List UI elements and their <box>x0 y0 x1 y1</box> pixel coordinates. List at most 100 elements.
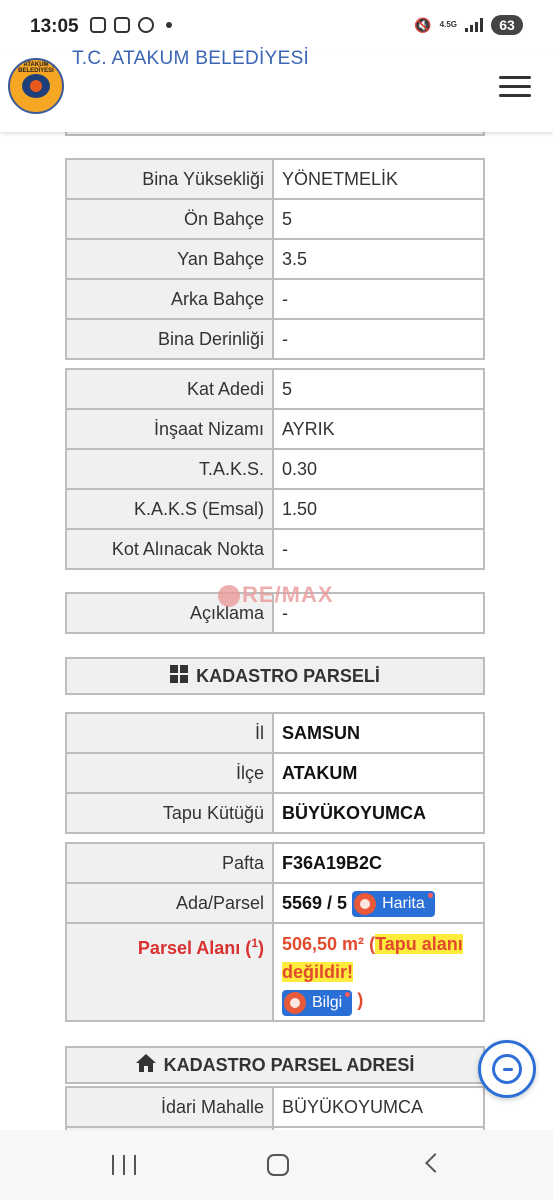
bilgi-button-label: Bilgi <box>312 994 343 1012</box>
harita-button-label: Harita <box>382 895 425 913</box>
table-row: İlçe ATAKUM <box>67 752 483 792</box>
municipality-logo[interactable]: ATAKUM BELEDİYESİ <box>8 58 64 114</box>
status-bar: 13:05 🔇 4.5G 63 <box>0 0 553 52</box>
row-label: İdari Mahalle <box>67 1088 274 1126</box>
table-row: İnşaat Nizamı AYRIK <box>67 408 483 448</box>
row-value: - <box>274 320 483 358</box>
table-row: Bina Derinliği - <box>67 318 483 358</box>
table-row: İl SAMSUN <box>67 714 483 752</box>
row-label: Bina Yüksekliği <box>67 160 274 198</box>
row-value: YÖNETMELİK <box>274 160 483 198</box>
screenshot-icon <box>90 17 106 33</box>
navigation-bar <box>0 1130 553 1200</box>
row-value: SAMSUN <box>274 714 483 752</box>
table-row: K.A.K.S (Emsal) 1.50 <box>67 488 483 528</box>
notification-dot <box>427 893 433 899</box>
row-value: 5 <box>274 370 483 408</box>
previous-table-bottom <box>65 132 485 136</box>
row-label: Kot Alınacak Nokta <box>67 530 274 568</box>
row-value: BÜYÜKOYUMCA <box>274 794 483 832</box>
row-label: Tapu Kütüğü <box>67 794 274 832</box>
bilgi-button[interactable]: Bilgi <box>282 990 353 1017</box>
row-label: K.A.K.S (Emsal) <box>67 490 274 528</box>
chrome-icon <box>138 17 154 33</box>
cadastre-location-table: İl SAMSUN İlçe ATAKUM Tapu Kütüğü BÜYÜKOYUM… <box>65 712 485 834</box>
battery-indicator: 63 <box>491 15 523 35</box>
paren-close: ) <box>352 990 364 1010</box>
row-label: Bina Derinliği <box>67 320 274 358</box>
notification-icons <box>90 17 172 33</box>
table-row: Pafta F36A19B2C <box>67 844 483 882</box>
table-row: Kat Adedi 5 <box>67 370 483 408</box>
balloon-icon <box>218 585 240 608</box>
logo-text: ATAKUM BELEDİYESİ <box>18 62 54 74</box>
table-row: İdari Mahalle BÜYÜKOYUMCA <box>67 1088 483 1126</box>
row-label: İl <box>67 714 274 752</box>
more-notifications-dot-icon <box>166 22 172 28</box>
row-value: 5 <box>274 200 483 238</box>
status-time: 13:05 <box>30 16 79 37</box>
home-icon <box>135 1053 156 1077</box>
row-label: Ada/Parsel <box>67 884 274 922</box>
instagram-icon <box>114 17 130 33</box>
row-label: Yan Bahçe <box>67 240 274 278</box>
row-label: T.A.K.S. <box>67 450 274 488</box>
parsel-area-value: 506,50 m² <box>282 934 365 954</box>
table-row: Parsel Alanı (1) 506,50 m² (Tapu alanı d… <box>67 922 483 1020</box>
globe-icon <box>284 992 306 1015</box>
table-row: Arka Bahçe - <box>67 278 483 318</box>
table-row: Bina Yüksekliği YÖNETMELİK <box>67 160 483 198</box>
table-row: Kot Alınacak Nokta - <box>67 528 483 568</box>
row-label: İnşaat Nizamı <box>67 410 274 448</box>
chat-assistant-button[interactable] <box>478 1040 536 1098</box>
hamburger-menu-icon[interactable] <box>499 76 531 98</box>
harita-button[interactable]: Harita <box>352 891 435 918</box>
building-rules-table: Bina Yüksekliği YÖNETMELİK Ön Bahçe 5 Yan … <box>65 158 485 360</box>
table-row: Yan Bahçe 3.5 <box>67 238 483 278</box>
row-value: BÜYÜKOYUMCA <box>274 1088 483 1126</box>
parsel-area-label: Parsel Alanı ( <box>137 938 252 958</box>
logo-sun <box>30 80 42 92</box>
section-title: KADASTRO PARSEL ADRESİ <box>163 1054 415 1075</box>
row-label: Parsel Alanı (1) <box>67 924 274 1020</box>
cadastre-parcel-table: Pafta F36A19B2C Ada/Parsel 5569 / 5 Harit… <box>65 842 485 1022</box>
paren-open: ( <box>364 934 376 954</box>
site-title[interactable]: T.C. ATAKUM BELEDİYESİ <box>72 48 309 70</box>
row-value: - <box>274 280 483 318</box>
table-row: T.A.K.S. 0.30 <box>67 448 483 488</box>
address-section-header: KADASTRO PARSEL ADRESİ <box>65 1046 485 1084</box>
home-button-icon[interactable] <box>267 1154 289 1176</box>
row-label: Arka Bahçe <box>67 280 274 318</box>
remax-watermark: RE/MAX <box>218 582 334 608</box>
density-table: Kat Adedi 5 İnşaat Nizamı AYRIK T.A.K.S. 0.… <box>65 368 485 570</box>
mute-icon: 🔇 <box>414 16 432 33</box>
globe-icon <box>354 893 377 916</box>
system-icons: 🔇 4.5G 63 <box>414 15 523 35</box>
page-content: Bina Yüksekliği YÖNETMELİK Ön Bahçe 5 Yan … <box>0 132 553 1130</box>
row-value: F36A19B2C <box>274 844 483 882</box>
recent-apps-icon[interactable] <box>112 1155 136 1175</box>
row-value: AYRIK <box>274 410 483 448</box>
back-icon[interactable] <box>425 1153 445 1173</box>
table-row: Ön Bahçe 5 <box>67 198 483 238</box>
row-label: Ön Bahçe <box>67 200 274 238</box>
row-value: 5569 / 5 Harita <box>274 884 483 922</box>
row-label: Pafta <box>67 844 274 882</box>
grid-icon <box>170 664 189 688</box>
row-value: 1.50 <box>274 490 483 528</box>
row-value: - <box>274 530 483 568</box>
row-value: 3.5 <box>274 240 483 278</box>
row-label: Kat Adedi <box>67 370 274 408</box>
chat-bot-icon <box>492 1054 522 1084</box>
network-type: 4.5G <box>439 20 457 29</box>
table-row: Ada/Parsel 5569 / 5 Harita <box>67 882 483 922</box>
table-row: Tapu Kütüğü BÜYÜKOYUMCA <box>67 792 483 832</box>
section-title: KADASTRO PARSELİ <box>196 665 380 686</box>
footnote-ref[interactable]: 1 <box>251 936 258 950</box>
row-value: 0.30 <box>274 450 483 488</box>
row-label: İlçe <box>67 754 274 792</box>
parsel-area-label-end: ) <box>258 938 264 958</box>
row-value: ATAKUM <box>274 754 483 792</box>
row-value: 506,50 m² (Tapu alanı değildir! Bilgi ) <box>274 924 483 1020</box>
ada-parsel-value: 5569 / 5 <box>282 893 348 913</box>
